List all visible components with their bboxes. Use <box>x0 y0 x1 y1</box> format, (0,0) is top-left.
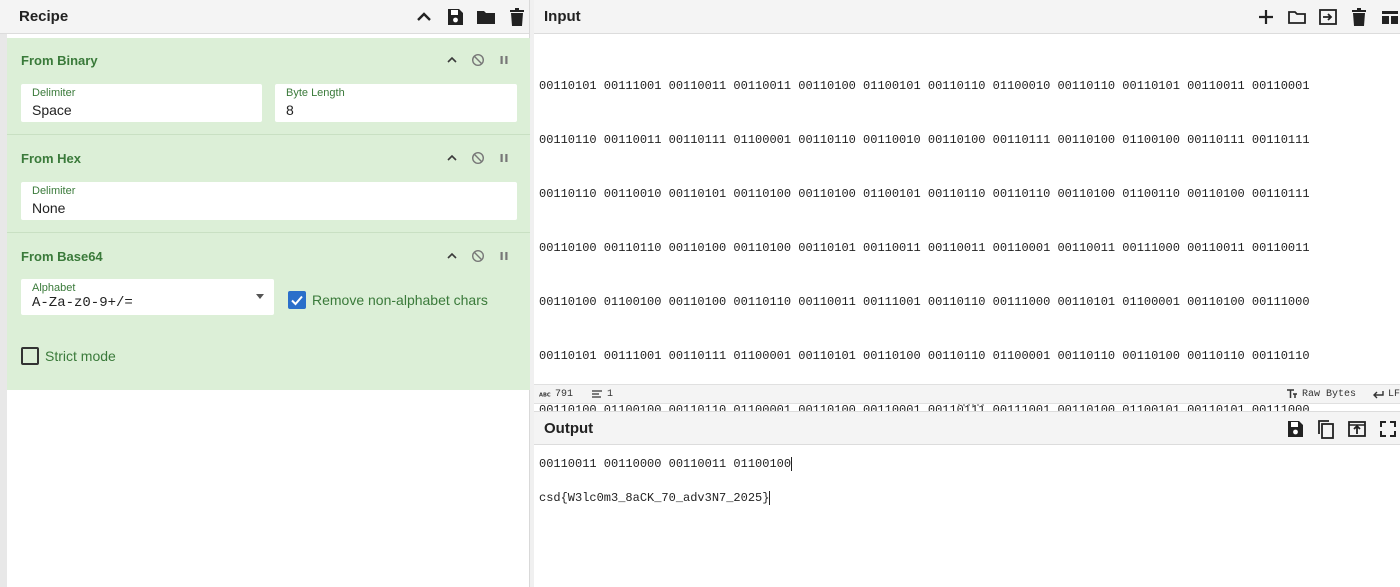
checkbox-box <box>21 347 39 365</box>
return-icon <box>1373 391 1384 399</box>
disable-icon[interactable] <box>470 248 486 264</box>
input-line: 00110101 00111001 00110111 01100001 0011… <box>539 349 1310 363</box>
operation-controls <box>434 52 512 68</box>
recipe-panel: Recipe From Binary Delimiter Space Byte … <box>0 0 530 587</box>
folder-icon[interactable] <box>475 6 497 28</box>
field-label: Delimiter <box>32 185 76 197</box>
operation-from-hex: From Hex Delimiter None <box>7 135 530 233</box>
svg-text:ABC: ABC <box>539 393 551 399</box>
byte-length-field[interactable]: Byte Length 8 <box>275 84 517 122</box>
disable-icon[interactable] <box>470 150 486 166</box>
copy-icon[interactable] <box>1315 418 1337 440</box>
input-title: Input <box>544 8 581 25</box>
pause-icon[interactable] <box>496 52 512 68</box>
replace-input-icon[interactable] <box>1346 418 1368 440</box>
input-line: 00110110 00110010 00110101 00110100 0011… <box>539 187 1310 201</box>
trash-icon[interactable] <box>1348 6 1370 28</box>
line-count: 1 <box>591 388 613 400</box>
resize-handle[interactable] <box>958 404 984 408</box>
output-header-icons <box>1275 418 1399 440</box>
output-textarea[interactable]: csd{W3lc0m3_8aCK_70_adv3N7_2025} <box>539 453 771 543</box>
import-icon[interactable] <box>1317 6 1339 28</box>
recipe-title: Recipe <box>19 8 69 25</box>
field-value: Space <box>32 102 72 118</box>
field-label: Byte Length <box>286 87 345 99</box>
text-caret <box>791 456 793 471</box>
pause-icon[interactable] <box>496 150 512 166</box>
delimiter-field[interactable]: Delimiter Space <box>21 84 262 122</box>
save-icon[interactable] <box>1284 418 1306 440</box>
recipe-left-strip <box>0 34 7 587</box>
text-caret <box>769 490 771 505</box>
field-value: 8 <box>286 102 294 118</box>
field-value: A-Za-z0-9+/= <box>32 295 133 311</box>
pause-icon[interactable] <box>496 248 512 264</box>
trash-icon[interactable] <box>506 6 528 28</box>
maximize-icon[interactable] <box>1377 418 1399 440</box>
chevron-up-icon[interactable] <box>413 6 435 28</box>
layout-icon[interactable] <box>1379 6 1400 28</box>
line-count-value: 1 <box>607 388 614 400</box>
field-label: Delimiter <box>32 87 76 99</box>
disable-icon[interactable] <box>470 52 486 68</box>
field-value: None <box>32 200 66 216</box>
operation-from-binary: From Binary Delimiter Space Byte Length … <box>7 38 530 135</box>
input-line: 00110100 01100100 00110100 00110110 0011… <box>539 295 1310 309</box>
input-line: 00110101 00111001 00110011 00110011 0011… <box>539 79 1310 93</box>
lines-icon <box>592 390 602 398</box>
eol-selector[interactable]: LF <box>1372 388 1400 400</box>
input-line: 00110110 00110011 00110111 01100001 0011… <box>539 133 1310 147</box>
char-count-value: 791 <box>555 388 574 400</box>
operation-title: From Binary <box>21 53 98 68</box>
operation-controls <box>434 248 512 264</box>
input-line: 00110100 00110110 00110100 00110100 0011… <box>539 241 1310 255</box>
plus-icon[interactable] <box>1255 6 1277 28</box>
operation-from-base64: From Base64 Alphabet A-Za-z0-9+/= Remove… <box>7 233 530 390</box>
chevron-up-icon[interactable] <box>444 150 460 166</box>
field-label: Alphabet <box>32 282 76 294</box>
operation-controls <box>434 150 512 166</box>
char-count: ABC 791 <box>539 388 573 400</box>
chr-encoding-label: Raw Bytes <box>1302 388 1357 400</box>
chevron-up-icon[interactable] <box>444 248 460 264</box>
chevron-down-icon <box>256 294 264 299</box>
delimiter-field[interactable]: Delimiter None <box>21 182 517 220</box>
recipe-operations: From Binary Delimiter Space Byte Length … <box>7 38 530 390</box>
chevron-up-icon[interactable] <box>444 52 460 68</box>
checkbox-label: Remove non-alphabet chars <box>312 292 488 308</box>
alphabet-select[interactable]: Alphabet A-Za-z0-9+/= <box>21 279 274 315</box>
folder-icon[interactable] <box>1286 6 1308 28</box>
output-text: csd{W3lc0m3_8aCK_70_adv3N7_2025} <box>539 491 770 505</box>
output-title: Output <box>544 419 594 437</box>
checkbox-label: Strict mode <box>45 348 116 364</box>
eol-label: LF <box>1388 388 1400 400</box>
io-panel: Input 00110101 00111001 00110011 0011001… <box>534 0 1400 587</box>
text-format-icon <box>1287 389 1297 398</box>
input-header-icons <box>1246 6 1400 28</box>
strict-mode-checkbox[interactable]: Strict mode <box>21 347 116 365</box>
input-status-bar: ABC 791 1 Raw Bytes LF <box>534 384 1400 404</box>
checkmark-icon <box>288 291 306 309</box>
chr-encoding-selector[interactable]: Raw Bytes <box>1286 388 1356 400</box>
save-icon[interactable] <box>444 6 466 28</box>
recipe-header-icons <box>404 6 528 28</box>
remove-non-alphabet-checkbox[interactable]: Remove non-alphabet chars <box>288 291 488 309</box>
operation-title: From Base64 <box>21 249 103 264</box>
output-header: Output <box>534 411 1400 445</box>
operation-title: From Hex <box>21 151 81 166</box>
